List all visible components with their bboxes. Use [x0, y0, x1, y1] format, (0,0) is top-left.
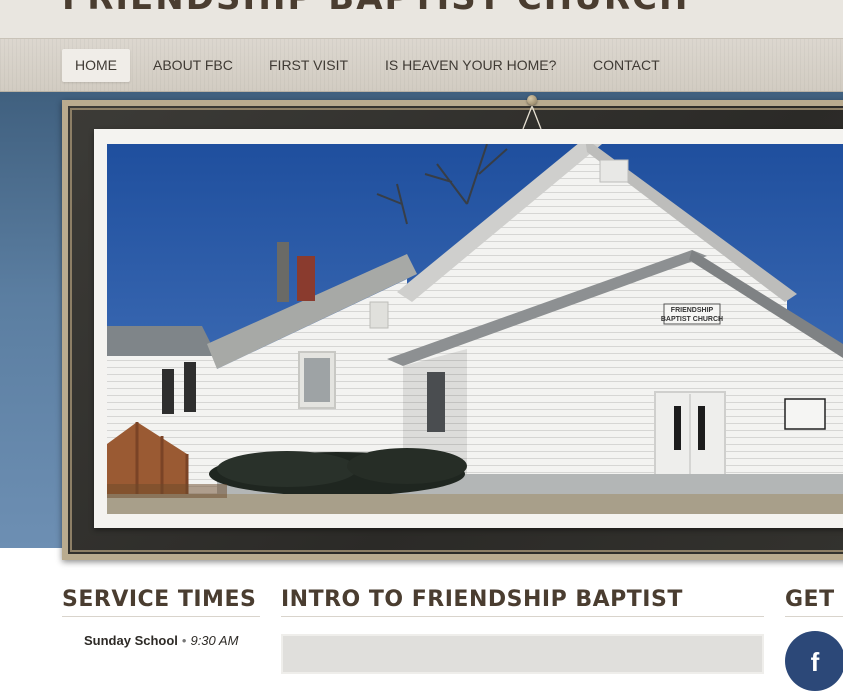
nav-item-first-visit[interactable]: FIRST VISIT — [256, 49, 361, 82]
church-illustration: FRIENDSHIP BAPTIST CHURCH — [107, 144, 843, 514]
separator-dot: • — [181, 633, 187, 648]
site-title[interactable]: FRIENDSHIP BAPTIST CHURCH — [62, 0, 689, 18]
facebook-icon[interactable]: f — [785, 631, 843, 691]
intro-video[interactable] — [281, 634, 764, 674]
nav-item-about[interactable]: ABOUT FBC — [140, 49, 246, 82]
church-photo: FRIENDSHIP BAPTIST CHURCH — [107, 144, 843, 514]
service-name: Sunday School — [84, 633, 178, 648]
nav-item-contact[interactable]: CONTACT — [580, 49, 673, 82]
hanging-string — [522, 105, 542, 130]
nail-icon — [527, 95, 537, 105]
intro-title: INTRO TO FRIENDSHIP BAPTIST — [281, 584, 764, 617]
connect-title: GET C — [785, 584, 843, 617]
church-sign-line2: BAPTIST CHURCH — [661, 316, 723, 323]
nav-item-home[interactable]: HOME — [62, 49, 130, 82]
site-header: FRIENDSHIP BAPTIST CHURCH — [0, 0, 843, 38]
service-time-item: Sunday School • 9:30 AM — [84, 633, 238, 648]
main-nav: HOME ABOUT FBC FIRST VISIT IS HEAVEN YOU… — [0, 38, 843, 92]
service-times-title: SERVICE TIMES — [62, 584, 260, 617]
service-time: 9:30 AM — [190, 633, 239, 648]
church-sign-line1: FRIENDSHIP — [671, 307, 714, 314]
nav-item-heaven[interactable]: IS HEAVEN YOUR HOME? — [372, 49, 569, 82]
